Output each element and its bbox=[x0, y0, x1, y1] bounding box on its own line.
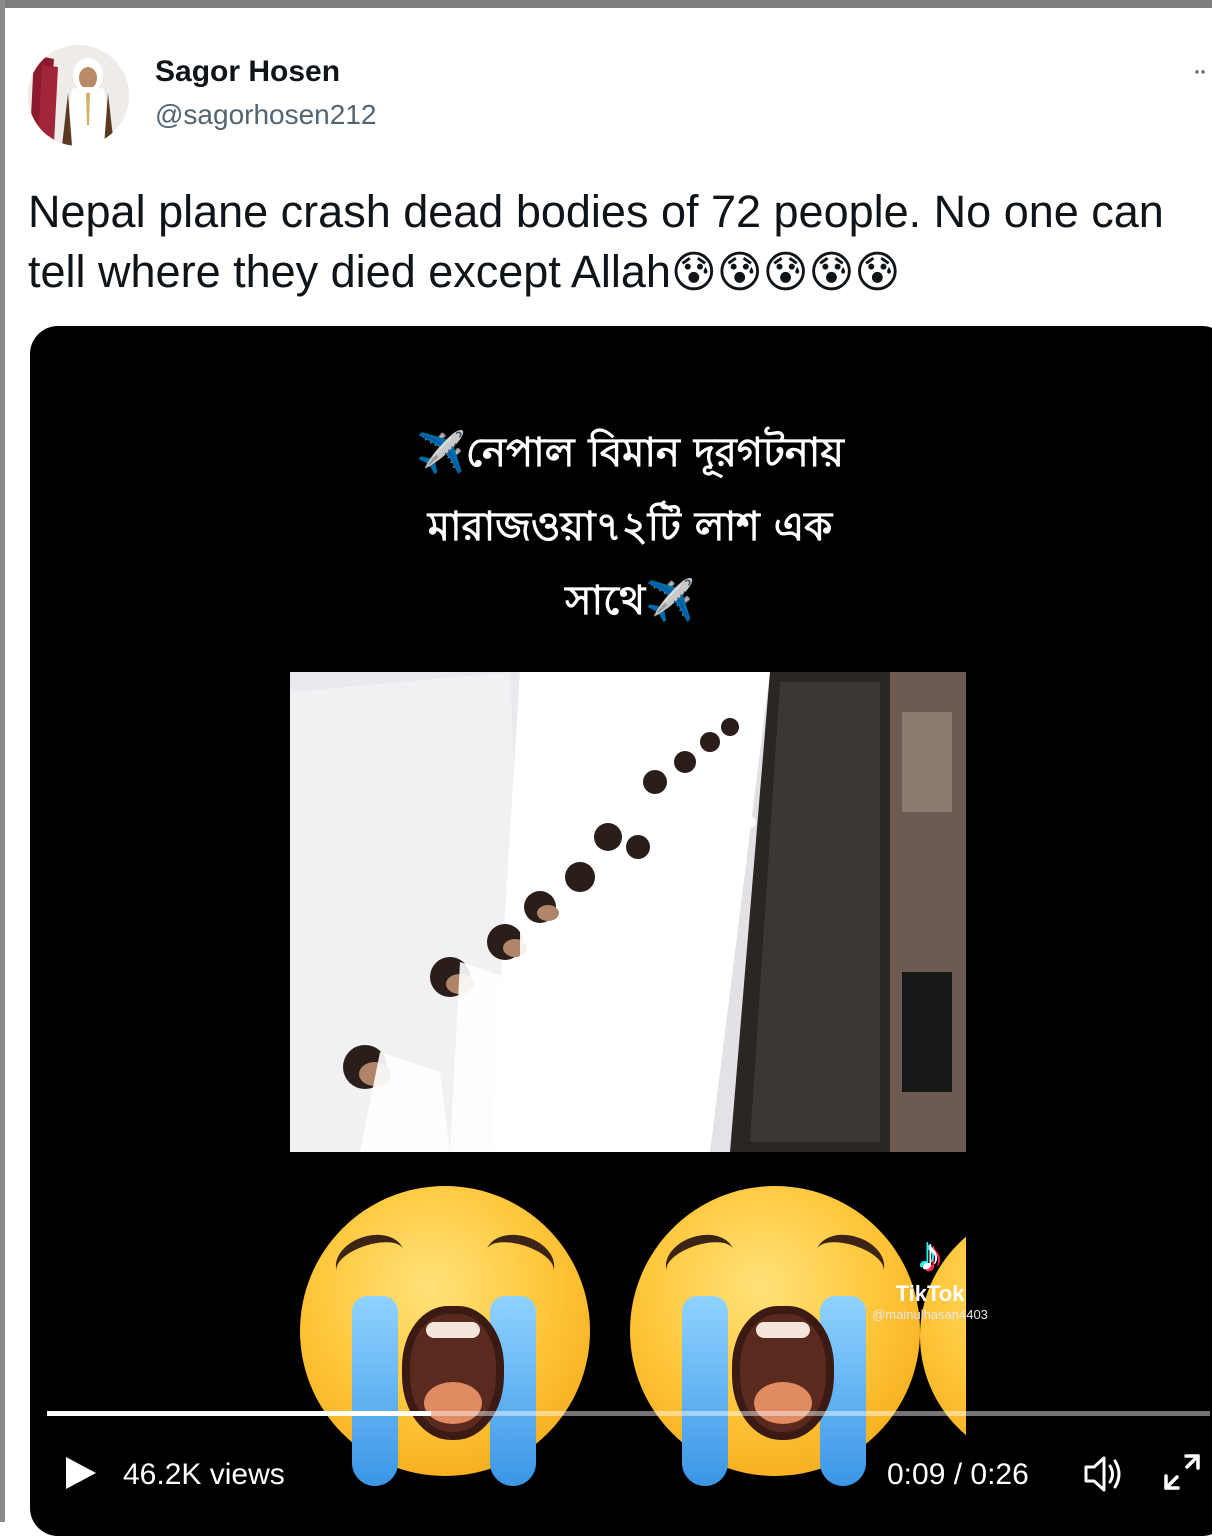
crowd-scene-image bbox=[290, 672, 966, 1152]
expand-icon bbox=[1164, 1454, 1200, 1490]
tiktok-username: @mainulhasan4403 bbox=[872, 1307, 988, 1322]
tiktok-watermark: ♪ TikTok @mainulhasan4403 bbox=[865, 1231, 995, 1323]
volume-button[interactable] bbox=[1082, 1452, 1128, 1496]
profile-photo-icon bbox=[28, 45, 129, 146]
caption-line: সাথে✈️ bbox=[565, 578, 695, 624]
video-progress-bar[interactable] bbox=[47, 1411, 1210, 1416]
video-frame bbox=[290, 672, 966, 1152]
loudly-crying-face-icon bbox=[630, 1186, 920, 1486]
video-player[interactable]: ✈️নেপাল বিমান দূরগটনায় মারাজওয়া৭২টি লা… bbox=[30, 326, 1212, 1536]
tiktok-brand: TikTok bbox=[895, 1281, 965, 1306]
anxious-face-emoji: 😰 bbox=[716, 248, 763, 297]
window-top-edge bbox=[0, 0, 1212, 8]
anxious-face-emoji: 😰 bbox=[854, 248, 901, 297]
anxious-face-emoji: 😰 bbox=[762, 248, 809, 297]
author-handle[interactable]: @sagorhosen212 bbox=[155, 98, 376, 132]
anxious-face-emoji: 😰 bbox=[808, 248, 855, 297]
tweet-body: Nepal plane crash dead bodies of 72 peop… bbox=[28, 186, 1164, 297]
fullscreen-button[interactable] bbox=[1160, 1450, 1204, 1494]
caption-line: মারাজওয়া৭২টি লাশ এক bbox=[427, 504, 833, 550]
video-time: 0:09 / 0:26 bbox=[887, 1458, 1029, 1491]
window-left-edge bbox=[0, 0, 5, 1522]
tweet-text: Nepal plane crash dead bodies of 72 peop… bbox=[28, 182, 1198, 303]
caption-line: ✈️নেপাল বিমান দূরগটনায় bbox=[416, 430, 844, 476]
tiktok-note-icon: ♪ bbox=[918, 1228, 942, 1280]
play-icon bbox=[66, 1457, 96, 1489]
view-count: 46.2K views bbox=[123, 1458, 285, 1491]
video-progress-fill bbox=[47, 1411, 431, 1416]
anxious-face-emoji: 😰 bbox=[670, 248, 717, 297]
volume-icon bbox=[1084, 1456, 1121, 1492]
video-caption: ✈️নেপাল বিমান দূরগটনায় মারাজওয়া৭২টি লা… bbox=[60, 416, 1200, 638]
author-avatar[interactable] bbox=[28, 45, 129, 146]
more-options-icon[interactable]: ·· bbox=[1192, 56, 1208, 86]
play-button[interactable] bbox=[60, 1453, 100, 1493]
author-name[interactable]: Sagor Hosen bbox=[155, 54, 340, 90]
loudly-crying-face-icon bbox=[300, 1186, 590, 1486]
